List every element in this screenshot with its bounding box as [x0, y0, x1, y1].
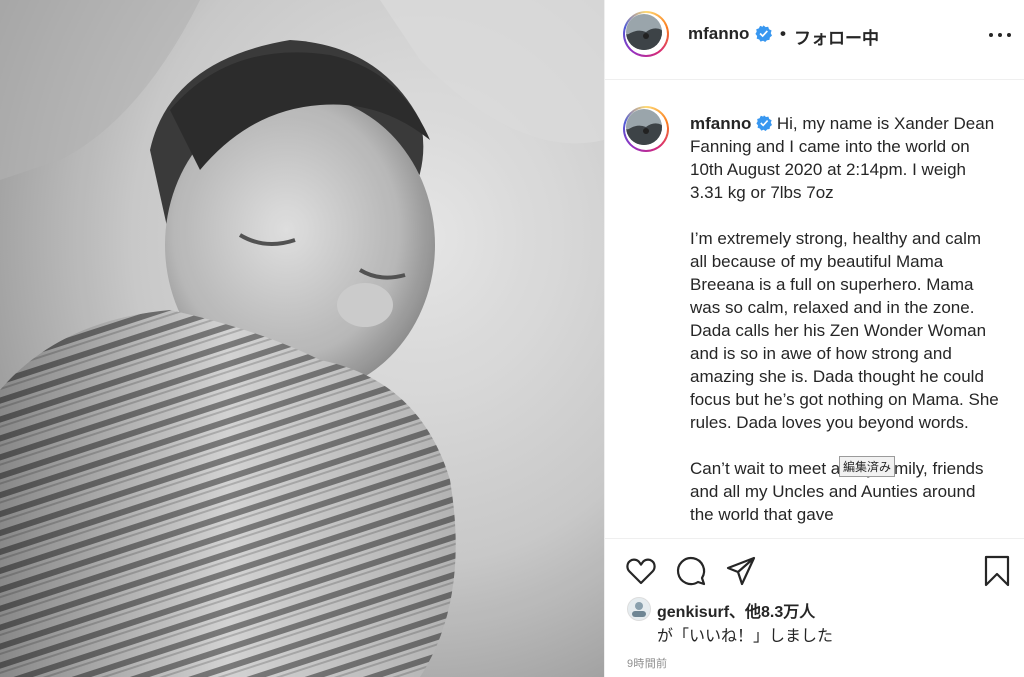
newborn-photo-image [0, 0, 604, 677]
caption-username[interactable]: mfanno [690, 114, 751, 133]
verified-badge-icon [755, 25, 772, 42]
bookmark-icon[interactable] [981, 555, 1013, 587]
post-timestamp[interactable]: 9時間前 [627, 655, 667, 671]
header-separator: • [780, 24, 786, 43]
share-icon[interactable] [725, 555, 757, 587]
caption-verified-badge-icon [756, 115, 773, 131]
likes-suffix: が「いいね！」しました [657, 628, 834, 645]
comment-icon[interactable] [675, 555, 707, 587]
more-options-icon[interactable] [989, 24, 1011, 46]
header-username[interactable]: mfanno [688, 24, 749, 44]
liker-avatar-image [628, 598, 650, 620]
likes-summary[interactable]: genkisurf、他8.3万人 [657, 598, 815, 622]
liker-avatar[interactable] [627, 597, 651, 621]
caption-avatar[interactable] [623, 106, 669, 152]
caption-avatar-image [626, 109, 662, 145]
caption-paragraph-2: I’m extremely strong, healthy and calm a… [690, 229, 999, 432]
post-header: mfanno • フォロー中 [605, 0, 1024, 80]
follow-status-button[interactable]: フォロー中 [794, 24, 879, 49]
avatar-image [626, 14, 662, 50]
caption-area: mfanno Hi, my name is Xander Dean Fannin… [605, 80, 1024, 538]
post-side-panel: mfanno • フォロー中 mfanno Hi, my name is Xan… [604, 0, 1024, 677]
avatar[interactable] [623, 11, 669, 57]
edited-tooltip: 編集済み [839, 456, 896, 477]
post-photo[interactable] [0, 0, 604, 677]
heart-icon[interactable] [625, 555, 657, 587]
caption-paragraph-1: mfanno Hi, my name is Xander Dean Fannin… [690, 112, 1000, 204]
